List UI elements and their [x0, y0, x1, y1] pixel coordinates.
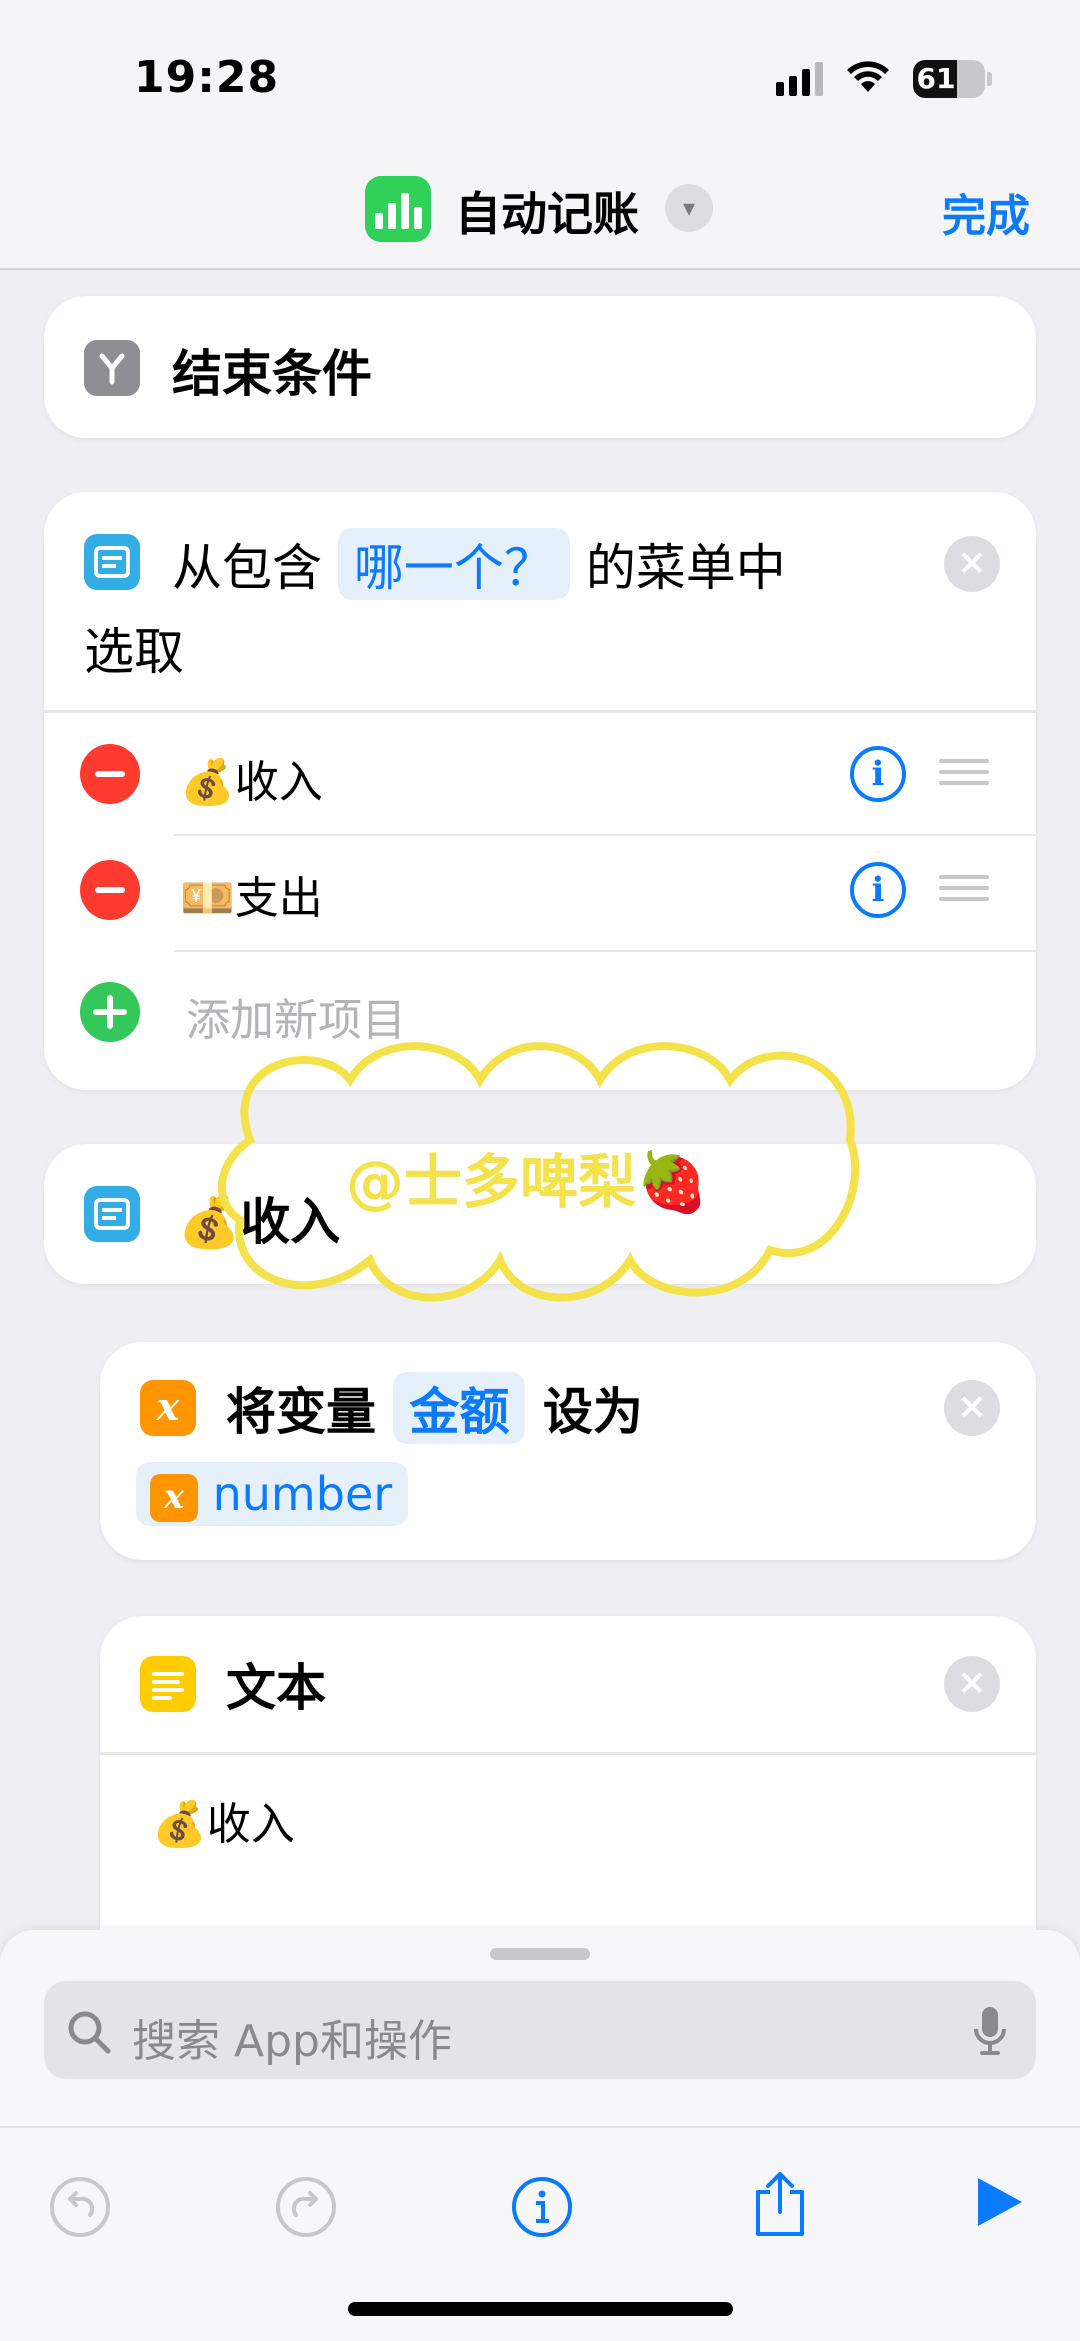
info-icon[interactable] — [510, 2175, 574, 2239]
remove-action-button[interactable]: × — [944, 1380, 1000, 1436]
branch-icon — [84, 340, 140, 396]
menu-icon — [84, 1186, 140, 1242]
set-variable-text: 将变量 金额 设为 — [226, 1372, 643, 1444]
share-icon[interactable] — [750, 2168, 810, 2240]
nav-bar: 自动记账 ▾ 完成 — [0, 140, 1080, 270]
search-input[interactable]: 搜索 App和操作 — [132, 2005, 452, 2069]
end-condition-label: 结束条件 — [172, 345, 372, 403]
money-bag-icon: 💰 — [152, 1799, 207, 1850]
menu-item-row[interactable]: 💰收入 i — [44, 716, 1036, 834]
choose-from-menu-card[interactable]: 从包含 哪一个？ 的菜单中 选取 × 💰收入 i 💴支出 i 添加新项目 — [44, 492, 1036, 1090]
battery-icon: 61 — [913, 60, 985, 98]
redo-icon[interactable] — [274, 2175, 338, 2239]
chevron-down-icon[interactable]: ▾ — [665, 184, 713, 232]
battery-cap — [987, 72, 992, 86]
sheet-grabber[interactable] — [490, 1948, 590, 1960]
watermark: @士多啤梨🍓 — [346, 1148, 709, 1216]
delete-item-button[interactable] — [80, 860, 140, 920]
variable-icon: x — [150, 1473, 198, 1522]
text-divider — [100, 1752, 1036, 1755]
drag-handle-icon[interactable] — [939, 875, 989, 908]
status-bar: 19:28 61 — [0, 0, 1080, 140]
choose-menu-suffix: 选取 — [84, 623, 184, 681]
done-button[interactable]: 完成 — [942, 180, 1030, 244]
home-indicator[interactable] — [348, 2302, 733, 2316]
shortcut-app-icon[interactable] — [365, 176, 431, 242]
variable-name-token[interactable]: 金额 — [393, 1372, 526, 1444]
microphone-icon[interactable] — [970, 2003, 1010, 2059]
yen-banknote-icon: 💴 — [180, 873, 235, 924]
text-action-title: 文本 — [226, 1659, 326, 1717]
money-bag-icon: 💰 — [180, 757, 235, 808]
set-variable-card[interactable]: x 将变量 金额 设为 x number × — [100, 1342, 1036, 1560]
menu-icon — [84, 534, 140, 590]
end-condition-card[interactable]: 结束条件 — [44, 296, 1036, 438]
set-variable-prefix: 将变量 — [226, 1383, 376, 1441]
menu-prompt-token[interactable]: 哪一个？ — [337, 528, 570, 600]
search-bar[interactable]: 搜索 App和操作 — [44, 1981, 1036, 2079]
shortcut-title[interactable]: 自动记账 — [455, 178, 639, 244]
search-icon — [68, 2011, 111, 2054]
info-icon[interactable]: i — [850, 746, 906, 802]
undo-icon[interactable] — [48, 2175, 112, 2239]
variable-value-label: number — [212, 1467, 393, 1521]
status-time: 19:28 — [134, 52, 280, 103]
choose-menu-middle: 的菜单中 — [585, 539, 786, 597]
add-item-button[interactable] — [80, 982, 140, 1042]
delete-item-button[interactable] — [80, 744, 140, 804]
variable-icon: x — [140, 1380, 196, 1436]
wifi-icon — [847, 61, 889, 92]
battery-percent: 61 — [916, 62, 956, 95]
menu-item-label[interactable]: 💴支出 — [180, 862, 323, 926]
remove-action-button[interactable]: × — [944, 1656, 1000, 1712]
header-divider — [44, 710, 1036, 713]
toolbar-divider — [0, 2126, 1080, 2128]
run-shortcut-icon[interactable] — [972, 2172, 1026, 2232]
drag-handle-icon[interactable] — [939, 759, 989, 792]
menu-item-row[interactable]: 💴支出 i — [44, 834, 1036, 952]
action-search-sheet: 搜索 App和操作 — [0, 1930, 1080, 2341]
choose-menu-prefix: 从包含 — [172, 539, 322, 597]
menu-item-label[interactable]: 💰收入 — [180, 746, 323, 810]
text-content-field[interactable]: 💰收入 — [152, 1788, 295, 1852]
variable-value-token[interactable]: x number — [136, 1462, 409, 1526]
set-variable-middle: 设为 — [542, 1383, 643, 1441]
choose-menu-text: 从包含 哪一个？ 的菜单中 — [172, 528, 786, 600]
cellular-signal-icon — [776, 62, 823, 96]
remove-action-button[interactable]: × — [944, 536, 1000, 592]
info-icon[interactable]: i — [850, 862, 906, 918]
text-icon — [140, 1656, 196, 1712]
